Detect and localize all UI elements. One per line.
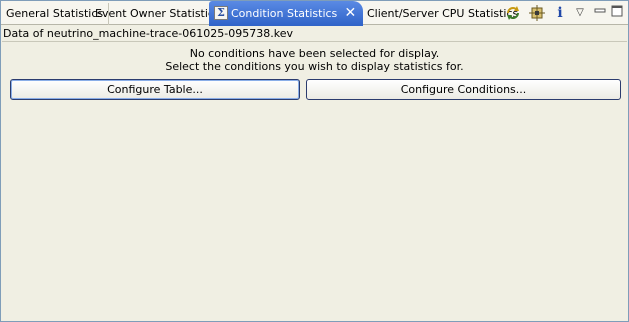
maximize-icon[interactable] bbox=[608, 4, 626, 22]
close-icon[interactable]: ✕ bbox=[345, 1, 357, 26]
minimize-icon[interactable] bbox=[591, 4, 609, 22]
sigma-icon: Σ bbox=[214, 6, 228, 20]
configure-icon[interactable] bbox=[528, 4, 546, 22]
data-source-label: Data of neutrino_machine-trace-061025-09… bbox=[3, 27, 293, 40]
empty-message-line2: Select the conditions you wish to displa… bbox=[165, 60, 464, 73]
configure-table-button[interactable]: Configure Table... bbox=[10, 79, 300, 100]
tab-condition-statistics[interactable]: Σ Condition Statistics ✕ bbox=[209, 1, 364, 26]
tab-label: General Statistics bbox=[6, 7, 104, 20]
view-menu-icon[interactable]: ▽ bbox=[571, 4, 589, 22]
tab-client-server-cpu-statistics[interactable]: Client/Server CPU Statistics bbox=[362, 3, 523, 25]
statistics-view: General Statistics Event Owner Statistic… bbox=[0, 0, 629, 322]
tab-label: Condition Statistics bbox=[231, 7, 338, 20]
tab-label: Event Owner Statistics bbox=[95, 7, 220, 20]
tab-label: Client/Server CPU Statistics bbox=[367, 7, 519, 20]
divider bbox=[2, 41, 627, 42]
tab-event-owner-statistics[interactable]: Event Owner Statistics bbox=[90, 3, 226, 25]
configure-conditions-button[interactable]: Configure Conditions... bbox=[306, 79, 621, 100]
sync-icon[interactable] bbox=[504, 4, 522, 22]
info-icon[interactable]: i bbox=[551, 4, 569, 22]
empty-message-line1: No conditions have been selected for dis… bbox=[189, 47, 440, 60]
tab-bar: General Statistics Event Owner Statistic… bbox=[1, 1, 628, 26]
